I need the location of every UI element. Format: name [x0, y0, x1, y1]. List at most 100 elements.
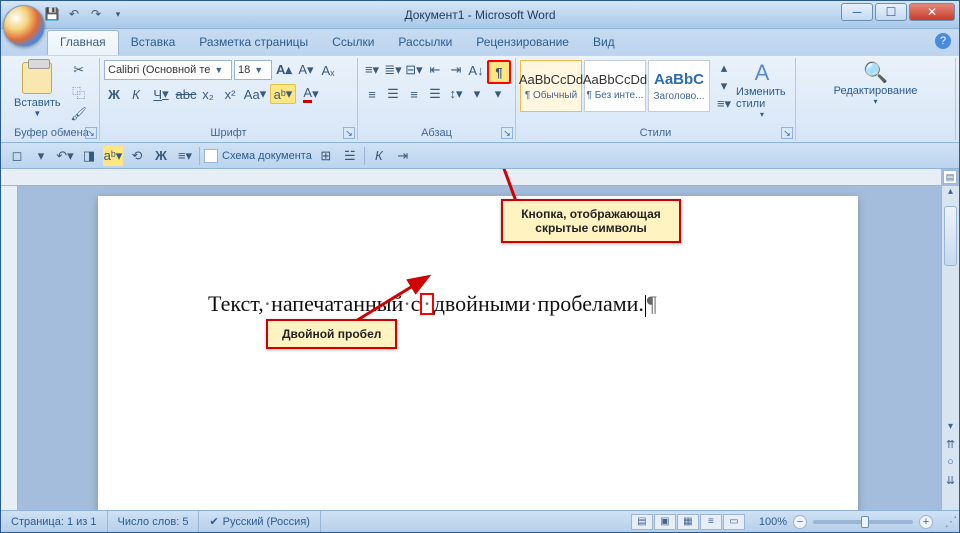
scroll-up-icon[interactable]: ▴: [942, 186, 959, 203]
strike-button[interactable]: abc: [176, 84, 196, 104]
zoom-in-button[interactable]: +: [919, 515, 933, 529]
align-right-icon[interactable]: ≡: [404, 84, 424, 104]
redo-icon[interactable]: ↷: [87, 5, 105, 23]
borders-icon[interactable]: ▾: [488, 84, 508, 104]
scroll-thumb[interactable]: [944, 206, 957, 266]
zoom-slider[interactable]: [813, 520, 913, 524]
tb-print-icon[interactable]: ◨: [79, 146, 99, 166]
tab-review[interactable]: Рецензирование: [464, 31, 581, 55]
tb-open-icon[interactable]: ▾: [31, 146, 51, 166]
view-outline-icon[interactable]: ≡: [700, 514, 722, 530]
vertical-ruler[interactable]: [1, 186, 18, 510]
styles-down-icon[interactable]: ▾: [714, 78, 734, 94]
tb-bullets-icon[interactable]: ≡▾: [175, 146, 195, 166]
help-button[interactable]: ?: [935, 33, 951, 49]
status-word-count[interactable]: Число слов: 5: [108, 511, 200, 532]
zoom-slider-knob[interactable]: [861, 516, 869, 528]
cut-icon[interactable]: ✂: [69, 60, 89, 80]
tb-replace-icon[interactable]: ⟲: [127, 146, 147, 166]
style-no-spacing[interactable]: AaBbCcDd ¶ Без инте...: [584, 60, 646, 112]
clipboard-launcher-icon[interactable]: ↘: [85, 127, 97, 139]
styles-launcher-icon[interactable]: ↘: [781, 127, 793, 139]
browse-object-icon[interactable]: ○: [942, 456, 959, 474]
superscript-button[interactable]: x²: [220, 84, 240, 104]
font-launcher-icon[interactable]: ↘: [343, 127, 355, 139]
tab-insert[interactable]: Вставка: [119, 31, 188, 55]
status-page[interactable]: Страница: 1 из 1: [1, 511, 108, 532]
maximize-button[interactable]: ☐: [875, 3, 907, 21]
font-family-combo[interactable]: Calibri (Основной те▼: [104, 60, 232, 80]
styles-more-icon[interactable]: ≡▾: [714, 96, 734, 112]
shading-icon[interactable]: ▾: [467, 84, 487, 104]
close-button[interactable]: ✕: [909, 3, 955, 21]
scroll-down-icon[interactable]: ▾: [942, 421, 959, 438]
tb-new-icon[interactable]: ◻: [7, 146, 27, 166]
sort-icon[interactable]: A↓: [466, 60, 486, 80]
tab-mailings[interactable]: Рассылки: [386, 31, 464, 55]
page-viewport[interactable]: Текст,·напечатанный·с·двойными·пробелами…: [18, 186, 941, 510]
minimize-button[interactable]: ─: [841, 3, 873, 21]
format-painter-icon[interactable]: 🖌: [69, 104, 89, 124]
tab-page-layout[interactable]: Разметка страницы: [187, 31, 320, 55]
font-color-button[interactable]: A▾: [298, 84, 324, 104]
qat-more-icon[interactable]: ▾: [109, 5, 127, 23]
numbering-icon[interactable]: ≣▾: [383, 60, 403, 80]
change-case-button[interactable]: Aa▾: [242, 84, 268, 104]
align-center-icon[interactable]: ☰: [383, 84, 403, 104]
italic-button[interactable]: К: [126, 84, 146, 104]
show-hide-pilcrow-button[interactable]: ¶: [487, 60, 511, 84]
copy-icon[interactable]: ⿻: [69, 82, 89, 102]
tb-indent-icon[interactable]: ⇥: [393, 146, 413, 166]
editing-button[interactable]: 🔍 Редактирование▾: [826, 60, 926, 106]
zoom-level[interactable]: 100%: [759, 516, 787, 528]
status-language[interactable]: ✔Русский (Россия): [199, 511, 321, 532]
bullets-icon[interactable]: ≡▾: [362, 60, 382, 80]
tb-bold-icon[interactable]: Ж: [151, 146, 171, 166]
tb-docmap-check-icon[interactable]: [204, 149, 218, 163]
resize-grip-icon[interactable]: ⋰: [943, 514, 959, 530]
styles-up-icon[interactable]: ▴: [714, 60, 734, 76]
line-spacing-icon[interactable]: ↕▾: [446, 84, 466, 104]
font-size-combo[interactable]: 18▼: [234, 60, 272, 80]
style-normal[interactable]: AaBbCcDd ¶ Обычный: [520, 60, 582, 112]
paragraph-launcher-icon[interactable]: ↘: [501, 127, 513, 139]
tb-undo-icon[interactable]: ↶▾: [55, 146, 75, 166]
view-draft-icon[interactable]: ▭: [723, 514, 745, 530]
bold-button[interactable]: Ж: [104, 84, 124, 104]
highlight-button[interactable]: aᵇ▾: [270, 84, 296, 104]
horizontal-ruler[interactable]: [1, 169, 941, 186]
tab-view[interactable]: Вид: [581, 31, 627, 55]
shrink-font-icon[interactable]: A▾: [296, 60, 316, 80]
tb-highlight-icon[interactable]: aᵇ▾: [103, 146, 123, 166]
tb-thumbs-icon[interactable]: ⊞: [316, 146, 336, 166]
subscript-button[interactable]: x₂: [198, 84, 218, 104]
paste-button[interactable]: Вставить ▼: [8, 60, 67, 120]
prev-page-icon[interactable]: ⇈: [942, 438, 959, 456]
tb-ruler-icon[interactable]: ☱: [340, 146, 360, 166]
tab-references[interactable]: Ссылки: [320, 31, 386, 55]
align-left-icon[interactable]: ≡: [362, 84, 382, 104]
zoom-out-button[interactable]: −: [793, 515, 807, 529]
save-icon[interactable]: 💾: [43, 5, 61, 23]
next-page-icon[interactable]: ⇊: [942, 474, 959, 492]
office-button[interactable]: [3, 5, 45, 47]
view-full-screen-icon[interactable]: ▣: [654, 514, 676, 530]
view-web-layout-icon[interactable]: ▦: [677, 514, 699, 530]
undo-icon[interactable]: ↶: [65, 5, 83, 23]
grow-font-icon[interactable]: A▴: [274, 60, 294, 80]
clear-formatting-icon[interactable]: Aₓ: [318, 60, 338, 80]
underline-button[interactable]: Ч▾: [148, 84, 174, 104]
view-print-layout-icon[interactable]: ▤: [631, 514, 653, 530]
style-heading[interactable]: AaBbC Заголово...: [648, 60, 710, 112]
increase-indent-icon[interactable]: ⇥: [446, 60, 466, 80]
page[interactable]: Текст,·напечатанный·с·двойными·пробелами…: [98, 196, 858, 510]
multilevel-icon[interactable]: ⊟▾: [404, 60, 424, 80]
tab-home[interactable]: Главная: [47, 30, 119, 55]
vertical-scrollbar[interactable]: ▴ ▾ ⇈ ○ ⇊: [941, 186, 959, 510]
decrease-indent-icon[interactable]: ⇤: [425, 60, 445, 80]
ruler-toggle-icon[interactable]: ▤: [943, 170, 957, 184]
justify-icon[interactable]: ☰: [425, 84, 445, 104]
tb-italic-icon[interactable]: К: [369, 146, 389, 166]
document-text[interactable]: Текст,·напечатанный·с·двойными·пробелами…: [208, 291, 657, 317]
change-styles-button[interactable]: A Изменить стили▾: [736, 60, 788, 119]
